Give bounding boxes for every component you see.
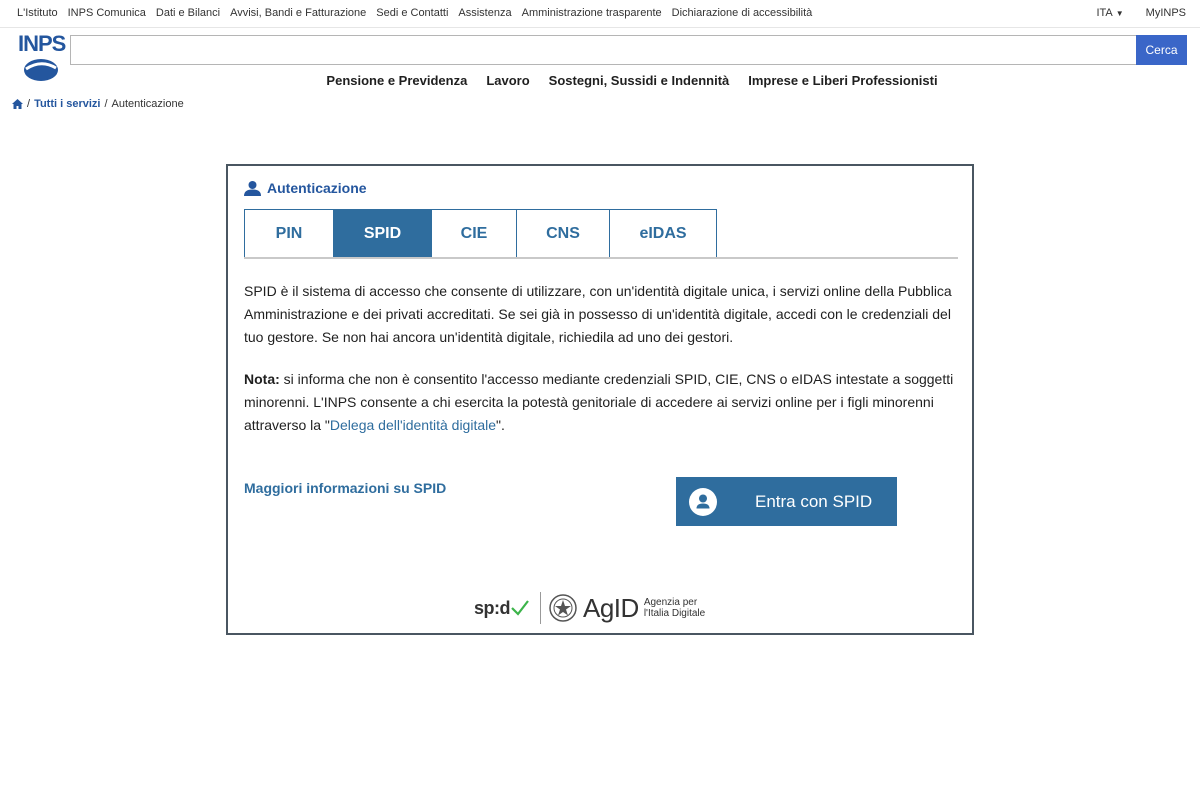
search-button[interactable]: Cerca: [1136, 35, 1187, 65]
tab-eidas[interactable]: eIDAS: [609, 209, 717, 257]
user-icon: [244, 180, 261, 196]
tab-cie[interactable]: CIE: [431, 209, 517, 257]
search-bar: Cerca: [70, 35, 1187, 65]
top-nav-sedi-contatti[interactable]: Sedi e Contatti: [376, 7, 448, 19]
main-nav: Pensione e Previdenza Lavoro Sostegni, S…: [0, 73, 1200, 88]
top-nav-dati-bilanci[interactable]: Dati e Bilanci: [156, 7, 220, 19]
top-nav-avvisi-bandi[interactable]: Avvisi, Bandi e Fatturazione: [230, 7, 366, 19]
auth-tabs: PIN SPID CIE CNS eIDAS: [244, 209, 958, 259]
logo-text: INPS: [18, 31, 66, 56]
auth-card-title: Autenticazione: [244, 180, 367, 196]
note-label: Nota:: [244, 371, 280, 387]
spid-logo-text: sp:d: [474, 597, 511, 618]
auth-title-text: Autenticazione: [267, 180, 367, 196]
top-right-links: ITA ▼ MyINPS: [1096, 7, 1186, 19]
top-nav-inps-comunica[interactable]: INPS Comunica: [68, 7, 146, 19]
checkmark-icon: [511, 600, 529, 616]
myinps-link[interactable]: MyINPS: [1146, 7, 1186, 19]
breadcrumb-separator: /: [27, 98, 31, 110]
more-info-spid-link[interactable]: Maggiori informazioni su SPID: [244, 480, 446, 496]
main-nav-lavoro[interactable]: Lavoro: [486, 73, 529, 88]
top-nav-amministrazione-trasparente[interactable]: Amministrazione trasparente: [522, 7, 662, 19]
top-nav-assistenza[interactable]: Assistenza: [458, 7, 511, 19]
minors-note: Nota: si informa che non è consentito l'…: [244, 368, 954, 437]
delega-identita-digitale-link[interactable]: Delega dell'identità digitale: [330, 417, 496, 433]
breadcrumb-current: Autenticazione: [111, 98, 184, 110]
logo-divider: [540, 592, 541, 624]
main-nav-imprese[interactable]: Imprese e Liberi Professionisti: [748, 73, 937, 88]
italian-republic-emblem-icon: [549, 594, 577, 622]
top-nav: L'Istituto INPS Comunica Dati e Bilanci …: [17, 7, 812, 19]
agid-subtitle-line1: Agenzia per: [643, 597, 698, 608]
breadcrumb-tutti-i-servizi[interactable]: Tutti i servizi: [34, 98, 100, 110]
top-utility-bar: L'Istituto INPS Comunica Dati e Bilanci …: [0, 0, 1200, 28]
entra-con-spid-label: Entra con SPID: [755, 491, 873, 511]
chevron-down-icon: ▼: [1115, 9, 1124, 18]
auth-card: Autenticazione PIN SPID CIE CNS eIDAS SP…: [226, 164, 974, 635]
note-end: ".: [496, 417, 505, 433]
agid-subtitle: Agenzia per l'Italia Digitale: [644, 597, 705, 619]
spid-description: SPID è il sistema di accesso che consent…: [244, 283, 952, 345]
breadcrumb: / Tutti i servizi / Autenticazione: [12, 98, 184, 110]
main-nav-pensione[interactable]: Pensione e Previdenza: [326, 73, 467, 88]
entra-con-spid-button[interactable]: Entra con SPID: [676, 477, 897, 526]
tab-spid[interactable]: SPID: [333, 209, 432, 257]
agid-subtitle-line2: l'Italia Digitale: [643, 608, 706, 619]
top-nav-accessibilita[interactable]: Dichiarazione di accessibilità: [672, 7, 813, 19]
language-selector[interactable]: ITA ▼: [1096, 7, 1123, 19]
top-nav-istituto[interactable]: L'Istituto: [17, 7, 58, 19]
home-icon[interactable]: [12, 99, 23, 109]
tab-cns[interactable]: CNS: [516, 209, 610, 257]
spid-logo: sp:d: [474, 598, 529, 619]
breadcrumb-separator: /: [104, 98, 108, 110]
tab-pin[interactable]: PIN: [244, 209, 334, 257]
user-circle-icon: [689, 487, 717, 516]
language-label: ITA: [1096, 7, 1113, 19]
footer-logos: sp:d AgID Agenzia per l'Italia Digitale: [474, 588, 705, 628]
search-input[interactable]: [70, 35, 1136, 65]
main-nav-sostegni[interactable]: Sostegni, Sussidi e Indennità: [549, 73, 730, 88]
agid-logo-text: AgID: [583, 592, 639, 623]
